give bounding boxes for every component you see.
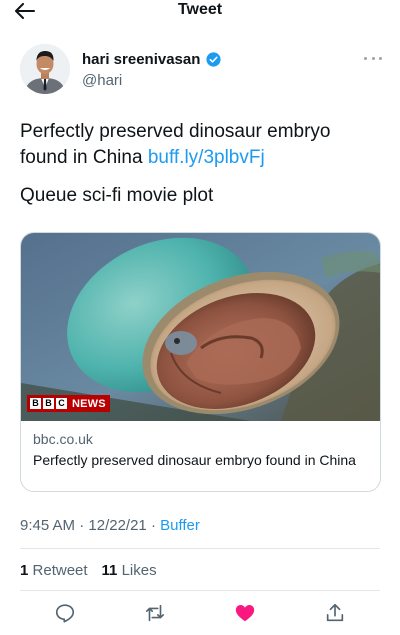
more-dot-icon [371, 56, 375, 60]
bbc-news-label: NEWS [72, 397, 106, 410]
tweet-actions [0, 600, 400, 626]
bbc-letter-c: C [56, 398, 67, 409]
more-options-button[interactable] [364, 52, 382, 64]
page-title: Tweet [177, 1, 223, 18]
tweet-text-line-2: Queue sci-fi movie plot [20, 185, 214, 206]
card-title: Perfectly preserved dinosaur embryo foun… [33, 452, 356, 468]
meta-separator: · [150, 517, 156, 534]
bbc-news-logo: B B C NEWS [27, 395, 110, 412]
more-dot-icon [379, 56, 382, 60]
retweet-icon [145, 604, 165, 622]
share-icon [326, 603, 344, 622]
tweet-source[interactable]: Buffer [160, 517, 200, 534]
retweet-button[interactable] [142, 600, 168, 626]
like-button[interactable] [232, 600, 258, 626]
reply-icon [55, 604, 75, 623]
reply-button[interactable] [52, 600, 78, 626]
divider [20, 590, 380, 591]
tweet-time[interactable]: 9:45 AM [20, 517, 75, 534]
likes-count: 11 [101, 562, 118, 579]
retweets-stat[interactable]: 1 Retweet [20, 562, 88, 579]
retweets-count: 1 [20, 562, 29, 579]
heart-filled-icon [235, 605, 255, 622]
tweet-text: Perfectly preserved dinosaur embryo foun… [20, 119, 382, 171]
tweet-link[interactable]: buff.ly/3plbvFj [148, 147, 265, 168]
bbc-letter-b1: B [30, 398, 41, 409]
author-name[interactable]: hari sreenivasan [82, 51, 200, 68]
tweet-stats: 1 Retweet 11 Likes [20, 562, 157, 579]
author-handle[interactable]: @hari [82, 72, 122, 89]
tweet-date[interactable]: 12/22/21 [88, 517, 146, 534]
likes-stat[interactable]: 11 Likes [102, 562, 157, 579]
verified-badge-icon [206, 52, 221, 67]
avatar-image [20, 44, 70, 94]
link-preview-card[interactable]: B B C NEWS bbc.co.uk Perfectly preserved… [20, 232, 381, 492]
card-image [21, 233, 380, 421]
tweet-meta: 9:45 AM · 12/22/21 · Buffer [20, 517, 200, 534]
retweets-label: Retweet [32, 562, 88, 579]
card-domain: bbc.co.uk [33, 431, 93, 447]
avatar[interactable] [20, 44, 70, 94]
more-dot-icon [364, 56, 367, 60]
bbc-letter-b2: B [43, 398, 54, 409]
tweet-author: hari sreenivasan @hari [20, 42, 382, 98]
divider [20, 548, 380, 549]
share-button[interactable] [322, 600, 348, 626]
top-bar: Tweet [0, 0, 400, 22]
likes-label: Likes [121, 562, 157, 579]
meta-separator: · [79, 517, 85, 534]
